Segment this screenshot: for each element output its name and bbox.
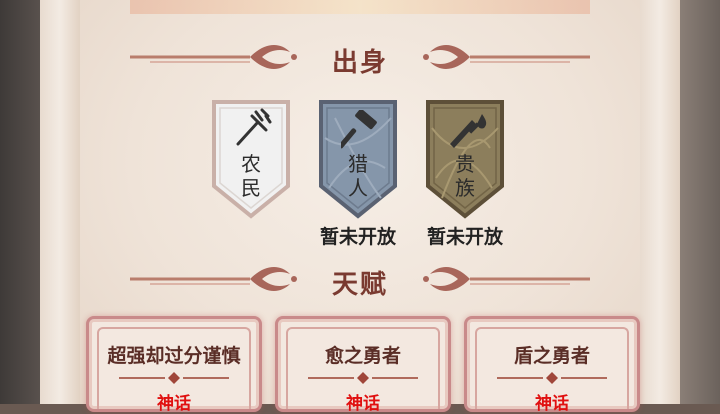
- origin-name-line2: 民: [241, 176, 261, 200]
- talent-card[interactable]: 愈之勇者 神话: [275, 316, 451, 414]
- top-decor-band: [130, 0, 590, 14]
- talent-name: 愈之勇者: [324, 345, 401, 367]
- origin-status-hunter: 暂未开放: [319, 226, 396, 248]
- origin-name-line2: 人: [348, 176, 368, 200]
- talent-rarity: 神话: [535, 394, 569, 414]
- talent-rarity: 神话: [346, 394, 380, 414]
- origin-name-line1: 农: [241, 152, 261, 176]
- origin-section-title: 出身: [331, 48, 388, 78]
- talent-name: 超强却过分谨慎: [107, 345, 241, 367]
- talent-name: 盾之勇者: [513, 345, 590, 367]
- hammer-icon: [341, 110, 377, 149]
- divider-ornament-icon: [119, 372, 229, 384]
- pitchfork-icon: [236, 108, 272, 146]
- origin-badge-noble[interactable]: 贵 族: [422, 98, 508, 220]
- divider-ornament-icon: [497, 372, 607, 384]
- talent-card[interactable]: 超强却过分谨慎 神话: [86, 316, 262, 414]
- origin-name-line2: 族: [455, 176, 475, 200]
- origin-name-line1: 贵: [455, 152, 475, 176]
- sword-icon: [450, 114, 487, 148]
- talent-rarity: 神话: [157, 394, 191, 414]
- talent-section-title: 天赋: [331, 270, 388, 300]
- origin-badge-farmer[interactable]: 农 民: [208, 98, 294, 220]
- talent-card[interactable]: 盾之勇者 神话: [464, 316, 640, 414]
- origin-badge-hunter[interactable]: 猎 人: [315, 98, 401, 220]
- origin-status-noble: 暂未开放: [426, 226, 503, 248]
- origin-name-line1: 猎: [348, 152, 368, 176]
- divider-ornament-icon: [308, 372, 418, 384]
